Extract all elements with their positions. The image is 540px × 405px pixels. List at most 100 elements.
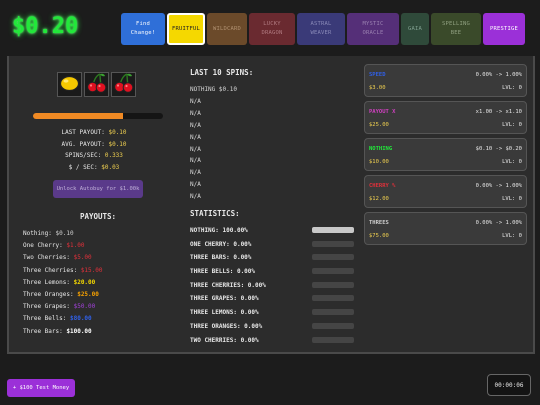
upgrade-price: $75.00 (369, 233, 389, 239)
tab-label-line: WEAVER (310, 30, 332, 36)
statistic-row: THREE BARS: 0.00% (190, 254, 358, 268)
statistic-bar (312, 322, 354, 329)
machine-tab[interactable]: ASTRAL WEAVER (297, 13, 345, 45)
spin-entry: N/A (190, 133, 201, 141)
statistic-row: THREE ORANGES: 0.00% (190, 322, 358, 337)
payout-value: $20.00 (73, 278, 96, 286)
statistics-list: NOTHING: 100.00% ONE CHERRY: 0.00% THREE B… (190, 227, 358, 350)
upgrade-level: LVL: 0 (502, 196, 522, 202)
upgrade-card[interactable]: PAYOUT X x1.00 -> x1.10 $25.00 LVL: 0 (364, 101, 527, 134)
payout-label: Two Cherries: (23, 254, 70, 262)
upgrade-price: $12.00 (369, 196, 389, 202)
statistic-label: THREE BELLS: 0.00% (190, 268, 256, 276)
payout-value: $80.00 (69, 315, 92, 323)
tab-label-line: ORACLE (362, 30, 384, 36)
statistic-row: THREE CHERRIES: 0.00% (190, 281, 358, 296)
machine-tab[interactable]: FRUITFUL (167, 13, 205, 45)
stat-row: LAST PAYOUT: $0.10 (19, 127, 169, 139)
payout-value: $100.00 (66, 327, 92, 335)
test-money-button[interactable]: + $100 Test Money (7, 379, 75, 397)
statistic-row: THREE BELLS: 0.00% (190, 268, 358, 282)
tab-label-line: DRAGON (261, 30, 283, 36)
statistic-label: THREE LEMONS: 0.00% (190, 309, 259, 317)
upgrade-card[interactable]: CHERRY % 0.00% -> 1.00% $12.00 LVL: 0 (364, 175, 527, 208)
payout-value: $5.00 (73, 254, 92, 262)
payout-label: Three Bells: (23, 315, 67, 323)
upgrade-level: LVL: 0 (502, 233, 522, 239)
spin-entry: N/A (190, 121, 201, 129)
upgrade-level: LVL: 0 (502, 122, 522, 128)
tab-label: MYSTIC ORACLE (362, 20, 383, 38)
tab-label: Find Change! (131, 20, 156, 38)
stat-row: SPINS/SEC: 0.333 (19, 150, 169, 162)
tab-label-line: WILDCARD (212, 25, 242, 32)
spin-stats: LAST PAYOUT: $0.10 AVG. PAYOUT: $0.10 SPIN… (19, 127, 169, 173)
payout-row: Nothing: $0.10 (23, 228, 103, 240)
tab-label-line: ASTRAL (310, 21, 332, 27)
upgrade-effect: 0.00% -> 1.00% (475, 183, 522, 189)
slot-reels (57, 72, 136, 97)
machine-tab[interactable]: PRESTIGE (483, 13, 525, 45)
upgrades-list: SPEED 0.00% -> 1.00% $3.00 LVL: 0 PAYOUT X x1… (364, 64, 527, 249)
payout-row: One Cherry: $1.00 (23, 240, 103, 252)
tab-label: PRESTIGE (490, 25, 518, 34)
payout-label: Three Oranges: (23, 291, 74, 299)
slot-reel (84, 72, 109, 97)
payout-row: Three Grapes: $50.00 (23, 301, 103, 313)
payout-row: Three Lemons: $20.00 (23, 277, 103, 289)
payout-row: Three Bells: $80.00 (23, 313, 103, 325)
cherry-icon (86, 72, 107, 97)
payout-label: Three Bars: (23, 327, 63, 335)
machine-tab[interactable]: SPELLING BEE (431, 13, 481, 45)
unlock-autobuy-button[interactable]: Unlock Autobuy for $1.00k (53, 180, 143, 198)
stat-value: $0.03 (101, 163, 120, 171)
tab-label: FRUITFUL (172, 25, 200, 34)
statistic-label: THREE ORANGES: 0.00% (190, 322, 263, 330)
statistic-bar (312, 295, 354, 302)
payout-label: One Cherry: (23, 242, 63, 250)
tab-label-line: GAIA (407, 25, 423, 32)
stat-row: $ / SEC: $0.03 (19, 162, 169, 174)
spin-entry: NOTHING $0.10 (190, 86, 237, 93)
payout-value: $0.10 (55, 230, 74, 237)
statistic-bar (312, 254, 354, 261)
spin-entry: N/A (190, 145, 201, 153)
statistic-label: ONE CHERRY: 0.00% (190, 240, 252, 248)
money-display: $0.20 (12, 14, 79, 39)
machine-tab[interactable]: Find Change! (121, 13, 165, 45)
upgrade-effect: x1.00 -> x1.10 (475, 109, 522, 115)
statistic-row: TWO CHERRIES: 0.00% (190, 336, 358, 351)
machine-tab[interactable]: LUCKY DRAGON (249, 13, 295, 45)
spin-entry: N/A (190, 169, 201, 177)
session-timer: 00:00:06 (487, 374, 531, 396)
stat-value: $0.10 (108, 140, 127, 148)
tab-label-line: PRESTIGE (489, 25, 519, 32)
payout-row: Three Cherries: $15.00 (23, 265, 103, 277)
payout-row: Three Oranges: $25.00 (23, 289, 103, 301)
tab-label-line: SPELLING (441, 21, 471, 27)
upgrade-name: NOTHING (369, 146, 393, 152)
machine-tab[interactable]: MYSTIC ORACLE (347, 13, 399, 45)
payout-label: Nothing: (23, 230, 52, 237)
tab-label-line: Find (135, 21, 151, 27)
tab-label-line: Change! (130, 30, 156, 36)
statistic-bar (312, 268, 354, 275)
machine-tab[interactable]: GAIA (401, 13, 429, 45)
payout-value: $15.00 (80, 266, 103, 274)
upgrade-card[interactable]: NOTHING $0.10 -> $0.20 $10.00 LVL: 0 (364, 138, 527, 171)
tab-label-line: FRUITFUL (171, 25, 201, 32)
tab-label-line: LUCKY (263, 21, 281, 27)
machine-tab[interactable]: WILDCARD (207, 13, 247, 45)
upgrade-price: $10.00 (369, 159, 389, 165)
tab-label: ASTRAL WEAVER (310, 20, 331, 38)
statistic-label: TWO CHERRIES: 0.00% (190, 336, 259, 344)
upgrade-price: $3.00 (369, 85, 386, 91)
payout-row: Three Bars: $100.00 (23, 326, 103, 338)
tab-label-line: BEE (450, 30, 462, 36)
upgrade-effect: $0.10 -> $0.20 (475, 146, 522, 152)
upgrade-card[interactable]: SPEED 0.00% -> 1.00% $3.00 LVL: 0 (364, 64, 527, 97)
last-spins-list: NOTHING $0.10 N/A N/A N/A N/A N/A N/A N/A N/A N/A (190, 84, 237, 203)
statistic-bar-fill (312, 227, 354, 233)
upgrade-card[interactable]: THREES 0.00% -> 1.00% $75.00 LVL: 0 (364, 212, 527, 245)
payout-label: Three Cherries: (23, 266, 78, 274)
